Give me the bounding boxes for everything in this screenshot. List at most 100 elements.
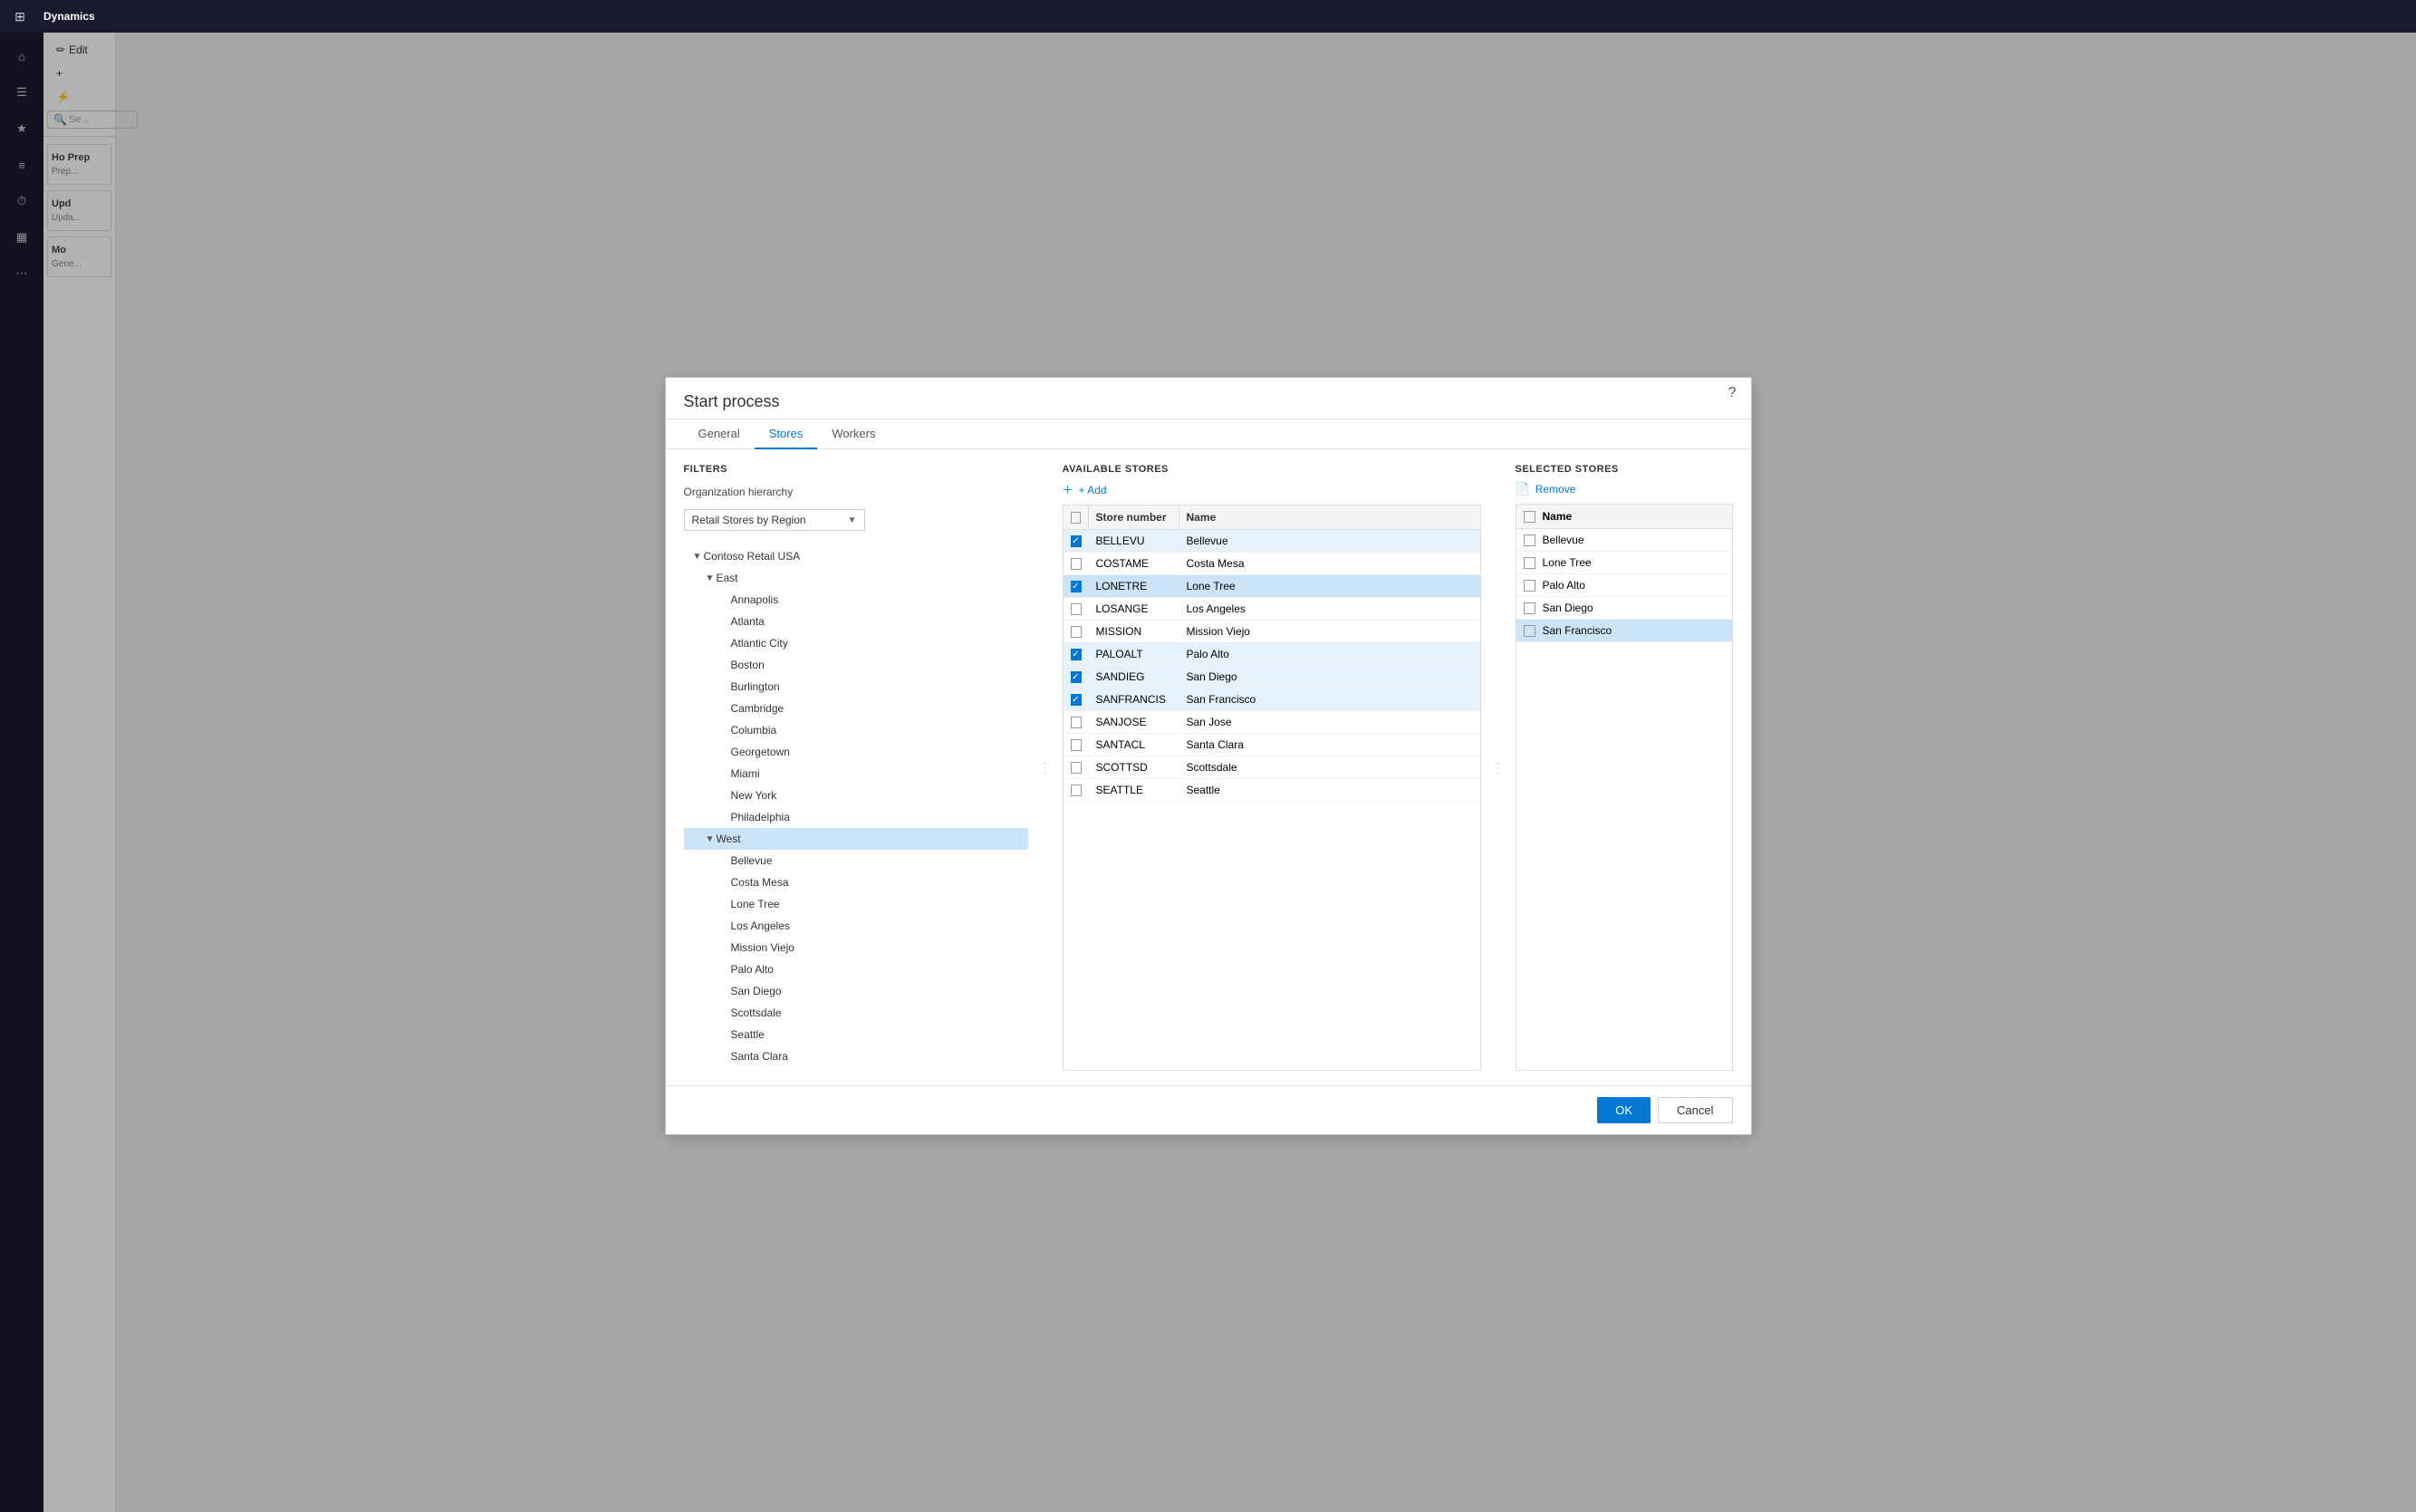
selected-row-san-francisco[interactable]: San Francisco xyxy=(1516,620,1732,642)
row-checkbox-paloalt[interactable]: ✓ xyxy=(1071,649,1082,660)
tree-node-columbia[interactable]: Columbia xyxy=(684,719,1028,741)
tree-node-bellevue[interactable]: Bellevue xyxy=(684,850,1028,872)
store-name-seattle: Seattle xyxy=(1179,779,1480,801)
tree-node-miami[interactable]: Miami xyxy=(684,763,1028,785)
start-process-dialog: ? Start process General Stores Workers F… xyxy=(665,377,1752,1135)
store-row-santacl[interactable]: SANTACL Santa Clara xyxy=(1064,734,1480,756)
org-tree: ▼ Contoso Retail USA ▼ East xyxy=(684,545,1028,1071)
selected-row-bellevue[interactable]: Bellevue xyxy=(1516,529,1732,552)
tree-node-burlington[interactable]: Burlington xyxy=(684,676,1028,698)
store-row-mission[interactable]: MISSION Mission Viejo xyxy=(1064,621,1480,643)
selected-check-bellevue[interactable] xyxy=(1524,534,1535,546)
remove-store-button[interactable]: 📄 Remove xyxy=(1516,482,1733,496)
app-nav-bar: ⊞ Dynamics xyxy=(0,0,2416,33)
row-checkbox-sandieg[interactable]: ✓ xyxy=(1071,671,1082,683)
store-number-seattle: SEATTLE xyxy=(1089,779,1179,801)
row-checkbox-lonetre[interactable]: ✓ xyxy=(1071,581,1082,592)
tree-node-scottsdale[interactable]: Scottsdale xyxy=(684,1002,1028,1024)
selected-row-lone-tree[interactable]: Lone Tree xyxy=(1516,552,1732,574)
store-name-bellevu: Bellevue xyxy=(1179,530,1480,552)
store-row-losange[interactable]: LOSANGE Los Angeles xyxy=(1064,598,1480,621)
selected-stores-title: SELECTED STORES xyxy=(1516,464,1733,475)
tree-node-mission-viejo[interactable]: Mission Viejo xyxy=(684,937,1028,958)
resize-handle-1[interactable] xyxy=(1043,464,1048,1071)
dialog-body: FILTERS Organization hierarchy Retail St… xyxy=(666,449,1751,1085)
dialog-footer: OK Cancel xyxy=(666,1085,1751,1134)
dialog-overlay: ? Start process General Stores Workers F… xyxy=(0,0,2416,1512)
add-icon: ＋ xyxy=(1063,482,1073,497)
tree-node-annapolis[interactable]: Annapolis xyxy=(684,589,1028,611)
store-number-sandieg: SANDIEG xyxy=(1089,666,1179,688)
store-row-sanjose[interactable]: SANJOSE San Jose xyxy=(1064,711,1480,734)
selected-name-palo-alto: Palo Alto xyxy=(1543,579,1585,592)
dialog-header: Start process xyxy=(666,378,1751,419)
selected-row-palo-alto[interactable]: Palo Alto xyxy=(1516,574,1732,597)
selected-check-lone-tree[interactable] xyxy=(1524,557,1535,569)
selected-header-name: Name xyxy=(1543,510,1573,523)
resize-handle-2[interactable] xyxy=(1496,464,1501,1071)
tree-node-philadelphia[interactable]: Philadelphia xyxy=(684,806,1028,828)
store-number-costame: COSTAME xyxy=(1089,553,1179,574)
tree-node-santa-clara[interactable]: Santa Clara xyxy=(684,1045,1028,1067)
selected-name-lone-tree: Lone Tree xyxy=(1543,556,1592,569)
store-row-paloalt[interactable]: ✓ PALOALT Palo Alto xyxy=(1064,643,1480,666)
row-checkbox-mission[interactable] xyxy=(1071,626,1082,638)
tree-node-costa-mesa[interactable]: Costa Mesa xyxy=(684,872,1028,893)
tree-node-los-angeles[interactable]: Los Angeles xyxy=(684,915,1028,937)
selected-row-san-diego[interactable]: San Diego xyxy=(1516,597,1732,620)
org-hierarchy-dropdown[interactable]: Retail Stores by Region ▼ xyxy=(684,509,865,531)
tab-stores[interactable]: Stores xyxy=(755,419,818,449)
tree-node-east[interactable]: ▼ East xyxy=(684,567,1028,589)
tree-node-boston[interactable]: Boston xyxy=(684,654,1028,676)
row-checkbox-scottsd[interactable] xyxy=(1071,762,1082,774)
tree-node-cambridge[interactable]: Cambridge xyxy=(684,698,1028,719)
tree-node-atlantic-city[interactable]: Atlantic City xyxy=(684,632,1028,654)
store-row-scottsd[interactable]: SCOTTSD Scottsdale xyxy=(1064,756,1480,779)
store-row-lonetre[interactable]: ✓ LONETRE Lone Tree xyxy=(1064,575,1480,598)
help-icon[interactable]: ? xyxy=(1728,385,1737,401)
selected-check-san-francisco[interactable] xyxy=(1524,625,1535,637)
tree-node-seattle[interactable]: Seattle xyxy=(684,1024,1028,1045)
add-store-button[interactable]: ＋ + Add xyxy=(1063,482,1481,497)
store-row-seattle[interactable]: SEATTLE Seattle xyxy=(1064,779,1480,802)
tree-node-san-francisco[interactable]: San Francisco xyxy=(684,1067,1028,1071)
select-all-checkbox[interactable] xyxy=(1071,512,1081,524)
header-check[interactable] xyxy=(1064,506,1089,529)
row-checkbox-bellevu[interactable]: ✓ xyxy=(1071,535,1082,547)
tab-workers[interactable]: Workers xyxy=(817,419,890,449)
store-name-mission: Mission Viejo xyxy=(1179,621,1480,642)
tree-node-new-york[interactable]: New York xyxy=(684,785,1028,806)
store-row-bellevu[interactable]: ✓ BELLEVU Bellevue xyxy=(1064,530,1480,553)
tree-node-georgetown[interactable]: Georgetown xyxy=(684,741,1028,763)
row-checkbox-losange[interactable] xyxy=(1071,603,1082,615)
grid-icon[interactable]: ⊞ xyxy=(7,4,33,29)
selected-check-san-diego[interactable] xyxy=(1524,602,1535,614)
row-checkbox-sanfrancis[interactable]: ✓ xyxy=(1071,694,1082,706)
row-checkbox-costame[interactable] xyxy=(1071,558,1082,570)
store-row-costame[interactable]: COSTAME Costa Mesa xyxy=(1064,553,1480,575)
cancel-button[interactable]: Cancel xyxy=(1658,1097,1732,1123)
row-checkbox-santacl[interactable] xyxy=(1071,739,1082,751)
store-name-costame: Costa Mesa xyxy=(1179,553,1480,574)
store-row-sandieg[interactable]: ✓ SANDIEG San Diego xyxy=(1064,666,1480,689)
tab-general[interactable]: General xyxy=(684,419,755,449)
row-checkbox-sanjose[interactable] xyxy=(1071,717,1082,728)
available-stores-panel: AVAILABLE STORES ＋ + Add Store number Na… xyxy=(1063,464,1481,1071)
store-name-sanfrancis: San Francisco xyxy=(1179,689,1480,710)
dropdown-value: Retail Stores by Region xyxy=(692,514,844,526)
store-name-paloalt: Palo Alto xyxy=(1179,643,1480,665)
tree-node-palo-alto[interactable]: Palo Alto xyxy=(684,958,1028,980)
tree-node-west[interactable]: ▼ West xyxy=(684,828,1028,850)
tree-node-root[interactable]: ▼ Contoso Retail USA xyxy=(684,545,1028,567)
tree-node-lone-tree[interactable]: Lone Tree xyxy=(684,893,1028,915)
selected-stores-panel: SELECTED STORES 📄 Remove Name Bellevue xyxy=(1516,464,1733,1071)
tree-node-atlanta[interactable]: Atlanta xyxy=(684,611,1028,632)
selected-check-palo-alto[interactable] xyxy=(1524,580,1535,592)
store-row-sanfrancis[interactable]: ✓ SANFRANCIS San Francisco xyxy=(1064,689,1480,711)
row-checkbox-seattle[interactable] xyxy=(1071,785,1082,796)
ok-button[interactable]: OK xyxy=(1597,1097,1651,1123)
tree-node-san-diego[interactable]: San Diego xyxy=(684,980,1028,1002)
store-number-mission: MISSION xyxy=(1089,621,1179,642)
selected-header-check[interactable] xyxy=(1524,511,1535,523)
dialog-tabs: General Stores Workers xyxy=(666,419,1751,449)
